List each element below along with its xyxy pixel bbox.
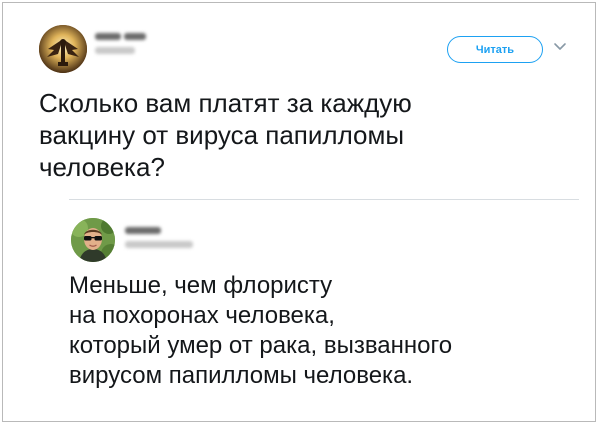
tweet-text: Сколько вам платят за каждую вакцину от …	[39, 88, 412, 182]
screenshot-frame: Читать Сколько вам платят за каждую вакц…	[2, 2, 596, 422]
chevron-down-icon[interactable]	[553, 41, 567, 53]
author-name-redacted-part	[124, 33, 146, 40]
reply-text: Меньше, чем флористу на похоронах челове…	[69, 272, 453, 389]
original-tweet: Читать Сколько вам платят за каждую вакц…	[3, 3, 595, 199]
reply-author-name-redacted	[125, 227, 161, 234]
author-name-redacted	[95, 33, 121, 40]
man-sunglasses-avatar-image	[71, 218, 115, 262]
reply-divider	[69, 199, 579, 200]
angel-statue-avatar-image	[39, 25, 87, 73]
author-handle-redacted	[95, 47, 135, 54]
author-avatar[interactable]	[39, 25, 87, 73]
reply-author-avatar[interactable]	[71, 218, 115, 262]
follow-button[interactable]: Читать	[447, 36, 543, 63]
reply-author-handle-redacted	[125, 241, 193, 248]
